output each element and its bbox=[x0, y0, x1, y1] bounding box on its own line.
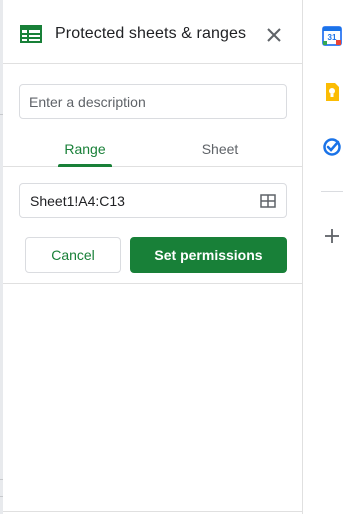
calendar-day: 31 bbox=[328, 33, 337, 42]
description-input[interactable] bbox=[19, 84, 287, 119]
keep-icon[interactable] bbox=[322, 82, 342, 102]
calendar-icon[interactable]: 31 bbox=[322, 26, 342, 46]
active-tab-indicator bbox=[58, 164, 112, 167]
select-range-icon[interactable] bbox=[260, 193, 276, 209]
range-value: Sheet1!A4:C13 bbox=[30, 193, 125, 209]
range-input[interactable]: Sheet1!A4:C13 bbox=[19, 183, 287, 218]
tab-sheet[interactable]: Sheet bbox=[185, 131, 255, 166]
add-icon[interactable] bbox=[322, 226, 342, 246]
close-icon[interactable] bbox=[265, 26, 283, 44]
protected-ranges-panel: Protected sheets & ranges Range Sheet Sh… bbox=[3, 0, 303, 514]
sheets-icon bbox=[20, 25, 42, 43]
tasks-icon[interactable] bbox=[322, 137, 342, 157]
rail-divider bbox=[321, 191, 343, 192]
divider bbox=[3, 283, 303, 284]
set-permissions-button[interactable]: Set permissions bbox=[130, 237, 287, 273]
side-panel-rail: 31 bbox=[304, 0, 357, 514]
tab-sheet-label: Sheet bbox=[201, 141, 239, 157]
panel-header: Protected sheets & ranges bbox=[3, 0, 303, 64]
panel-title: Protected sheets & ranges bbox=[55, 25, 247, 42]
divider bbox=[3, 511, 303, 512]
cancel-button[interactable]: Cancel bbox=[25, 237, 121, 273]
tab-range-label: Range bbox=[64, 141, 106, 157]
protection-type-tabs: Range Sheet bbox=[3, 131, 303, 167]
tab-range[interactable]: Range bbox=[54, 131, 116, 167]
